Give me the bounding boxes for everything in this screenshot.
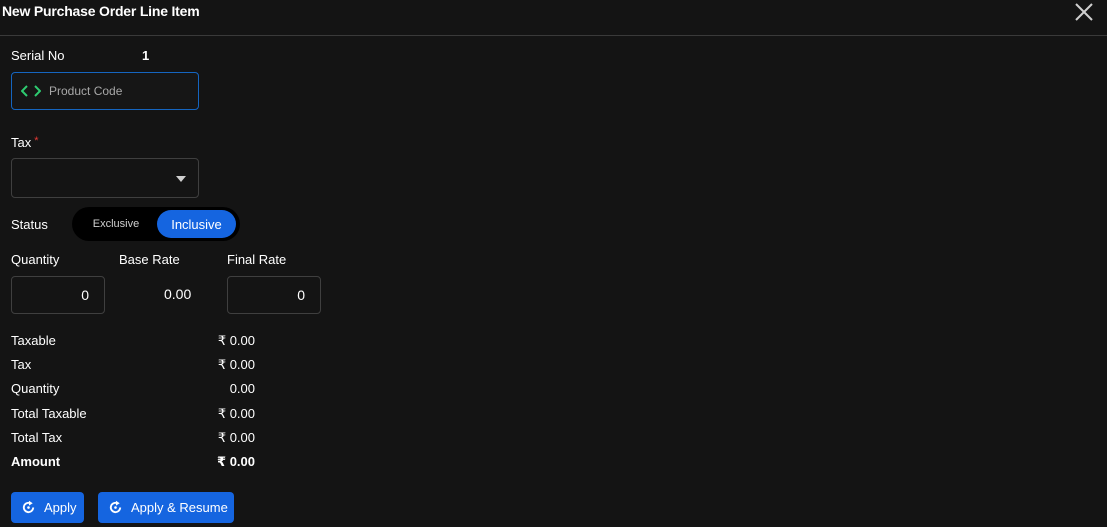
status-option-exclusive[interactable]: Exclusive <box>80 210 152 238</box>
apply-button[interactable]: Apply <box>11 492 84 523</box>
summary-quantity-label: Quantity <box>11 381 60 396</box>
serial-no-value: 1 <box>142 48 150 63</box>
required-mark: * <box>34 135 39 147</box>
serial-no-label: Serial No <box>11 48 65 63</box>
summary-amount-label: Amount <box>11 454 61 469</box>
quantity-label: Quantity <box>11 252 60 267</box>
apply-and-resume-button[interactable]: Apply & Resume <box>98 492 234 523</box>
status-toggle: Exclusive Inclusive <box>72 207 240 241</box>
summary-total-tax-value: ₹ 0.00 <box>217 430 255 445</box>
base-rate-label: Base Rate <box>119 252 180 267</box>
status-label: Status <box>11 217 48 232</box>
summary-quantity-value: 0.00 <box>229 381 255 396</box>
summary-total-taxable-label: Total Taxable <box>11 406 87 421</box>
quantity-input[interactable] <box>11 276 105 314</box>
close-icon <box>1075 3 1093 21</box>
summary-tax-value: ₹ 0.00 <box>217 357 255 372</box>
caret-down-icon <box>176 176 186 182</box>
product-code-input[interactable] <box>49 84 189 98</box>
summary-tax-label: Tax <box>11 357 32 372</box>
status-option-inclusive[interactable]: Inclusive <box>157 210 236 238</box>
summary-taxable-value: ₹ 0.00 <box>217 333 255 348</box>
final-rate-label: Final Rate <box>227 252 287 267</box>
refresh-icon <box>22 500 35 514</box>
close-button[interactable] <box>1072 1 1096 23</box>
summary-total-tax-label: Total Tax <box>11 430 63 445</box>
purchase-order-line-item-dialog: New Purchase Order Line Item Serial No 1… <box>0 0 1107 527</box>
summary-amount-value: ₹ 0.00 <box>217 454 255 469</box>
summary-taxable-label: Taxable <box>11 333 56 348</box>
product-code-field[interactable] <box>11 72 199 110</box>
tax-label-text: Tax <box>11 135 32 150</box>
final-rate-input[interactable] <box>227 276 321 314</box>
tax-label: Tax * <box>11 135 39 150</box>
apply-label: Apply <box>44 500 77 515</box>
apply-and-resume-label: Apply & Resume <box>131 500 228 515</box>
dialog-title: New Purchase Order Line Item <box>2 3 200 19</box>
base-rate-value: 0.00 <box>164 286 192 302</box>
dialog-header: New Purchase Order Line Item <box>0 0 1107 36</box>
summary-total-taxable-value: ₹ 0.00 <box>217 406 255 421</box>
refresh-icon <box>109 500 122 514</box>
code-brackets-icon <box>21 85 41 97</box>
tax-select[interactable] <box>11 158 199 198</box>
